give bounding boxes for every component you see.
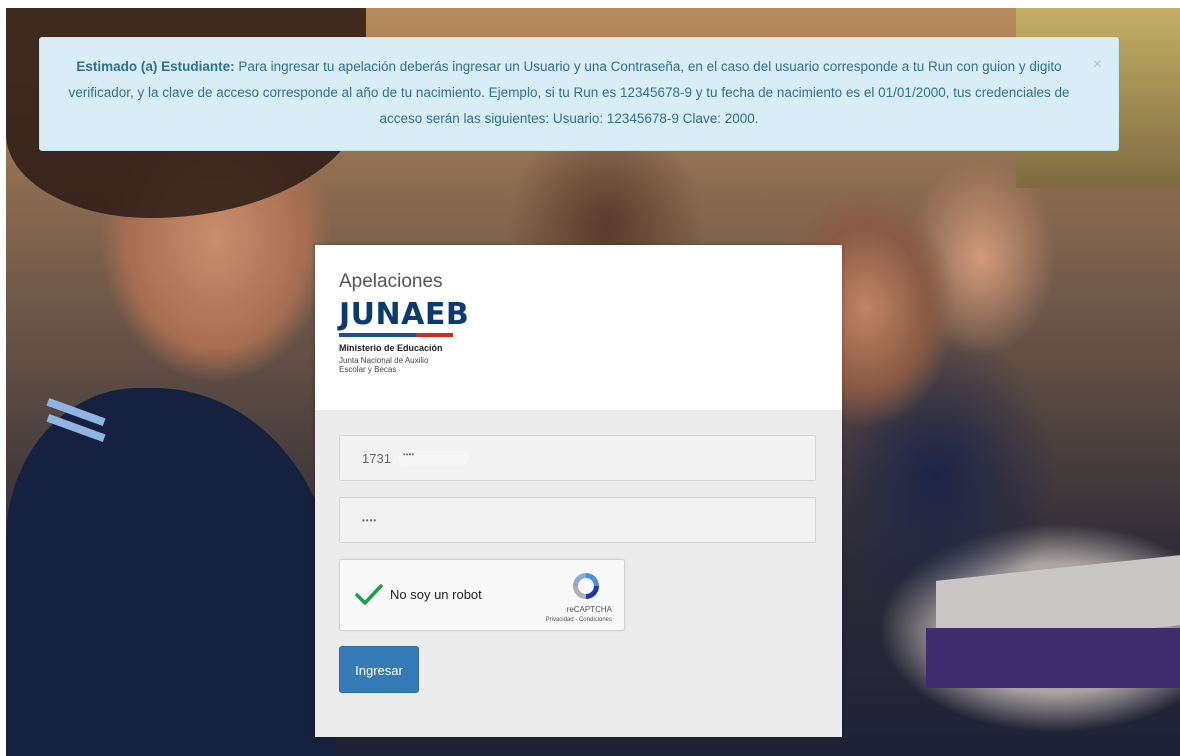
recaptcha-widget[interactable]: No soy un robot reCAPTCHA Privacidad - C… (339, 559, 625, 631)
ingresar-button[interactable]: Ingresar (339, 646, 419, 693)
background-desk (926, 628, 1180, 688)
alert-prefix: Estimado (a) Estudiante: (76, 59, 235, 74)
password-input[interactable]: •••• (339, 497, 816, 543)
checkmark-icon[interactable] (354, 582, 384, 608)
app-title: Apelaciones (339, 271, 443, 292)
logo-subtitle-line1: Junta Nacional de Auxilio (339, 356, 429, 365)
login-card-header: Apelaciones JUNAEB Ministerio de Educaci… (315, 245, 842, 410)
junaeb-logo: JUNAEB Ministerio de Educación Junta Nac… (339, 297, 842, 374)
background-student-shirt (6, 388, 336, 756)
password-value: •••• (362, 515, 378, 525)
logo-wordmark: JUNAEB (339, 297, 470, 332)
recaptcha-logo-icon (573, 573, 599, 599)
info-alert: × Estimado (a) Estudiante: Para ingresar… (39, 37, 1119, 151)
recaptcha-label: No soy un robot (390, 587, 482, 602)
login-card: Apelaciones JUNAEB Ministerio de Educaci… (315, 245, 842, 737)
logo-subtitle-line2: Escolar y Becas (339, 364, 397, 374)
logo-ministry: Ministerio de Educación (339, 343, 443, 353)
close-icon[interactable]: × (1093, 52, 1102, 78)
redacted-mask (398, 450, 469, 465)
login-form: 1731 •••• No soy un robot reCAPTCHA Priv… (315, 410, 842, 693)
logo-flag-bar (339, 333, 453, 337)
username-value: 1731 (362, 450, 391, 466)
username-input[interactable]: 1731 (339, 435, 816, 481)
recaptcha-links[interactable]: Privacidad - Condiciones (546, 617, 612, 623)
recaptcha-brand: reCAPTCHA (566, 605, 612, 614)
